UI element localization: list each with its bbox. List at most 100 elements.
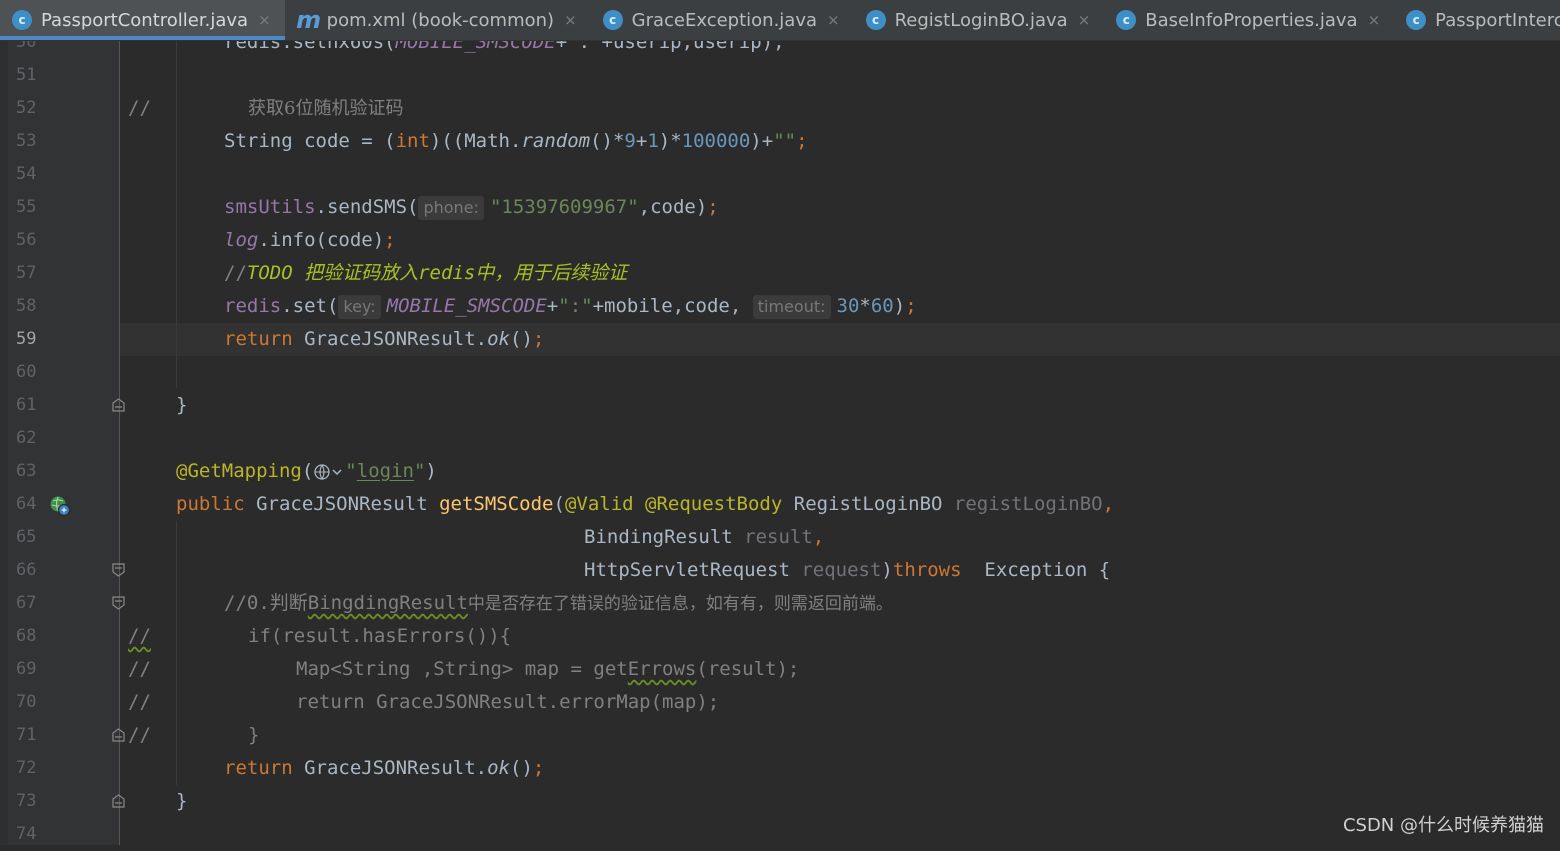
line-number: 70 (16, 692, 37, 712)
line-code[interactable]: String code = (int)((Math.random()*9+1)*… (224, 125, 808, 158)
code-line: 52 // 获取6位随机验证码 (0, 92, 1560, 125)
code-line-current: 59 return GraceJSONResult.ok(); (0, 323, 1560, 356)
code-token: 60 (870, 295, 894, 317)
line-code[interactable]: public GraceJSONResult getSMSCode(@Valid… (176, 488, 1114, 521)
line-number: 69 (16, 659, 37, 679)
code-token: GraceJSONResult. (304, 757, 488, 779)
code-line: 70 // return GraceJSONResult.errorMap(ma… (0, 686, 1560, 719)
code-token: +mobile,code, (592, 295, 742, 317)
code-token: result (744, 526, 813, 548)
code-token: "15397609967" (489, 196, 639, 218)
code-line: 64 public GraceJSONResult getSMSCode(@Va… (0, 488, 1560, 521)
tab-label: GraceException.java (631, 9, 818, 31)
line-code[interactable]: } (176, 389, 187, 422)
code-line: 55 smsUtils.sendSMS(phone: "15397609967",… (0, 191, 1560, 224)
code-line: 62 (0, 422, 1560, 455)
line-code[interactable]: //TODO 把验证码放入redis中，用于后续验证 (224, 257, 627, 290)
line-number: 73 (16, 791, 37, 811)
close-icon[interactable]: × (564, 11, 577, 29)
code-line: 57 //TODO 把验证码放入redis中，用于后续验证 (0, 257, 1560, 290)
line-code[interactable]: log.info(code); (224, 224, 396, 257)
code-line: 73 } (0, 785, 1560, 818)
line-number: 68 (16, 626, 37, 646)
code-token: (result); (696, 658, 800, 680)
code-token: .sendSMS( (315, 196, 419, 218)
line-code[interactable]: //0.判断BingdingResult中是否存在了错误的验证信息，如有有，则需… (224, 587, 893, 620)
tab-pom-xml[interactable]: m pom.xml (book-common) × (285, 0, 591, 40)
line-code[interactable]: return GraceJSONResult.ok(); (224, 323, 544, 356)
tab-base-info-properties[interactable]: c BaseInfoProperties.java × (1104, 0, 1394, 40)
line-number: 61 (16, 395, 37, 415)
tab-passport-interceptor[interactable]: c PassportInterceptor.j (1394, 0, 1560, 40)
line-code[interactable]: return GraceJSONResult.errorMap(map); (296, 686, 719, 719)
code-token: * (859, 295, 871, 317)
maven-icon: m (296, 6, 322, 34)
globe-dropdown-icon[interactable] (313, 462, 345, 482)
close-icon[interactable]: × (1368, 11, 1381, 29)
code-token: " (413, 460, 426, 482)
close-icon[interactable]: × (827, 11, 840, 29)
code-line: 60 (0, 356, 1560, 389)
code-line: 56 log.info(code); (0, 224, 1560, 257)
parameter-hint: phone: (418, 196, 484, 220)
code-token: throws (892, 559, 973, 581)
code-line: 53 String code = (int)((Math.random()*9+… (0, 125, 1560, 158)
code-token: log (224, 229, 259, 251)
line-code[interactable]: 获取6位随机验证码 (248, 92, 403, 125)
code-token: )+ (750, 130, 774, 152)
code-token: int (395, 130, 430, 152)
line-code[interactable]: @GetMapping("login") (176, 455, 437, 488)
tab-grace-exception[interactable]: c GraceException.java × (591, 0, 854, 40)
line-code[interactable]: if(result.hasErrors()){ (248, 620, 511, 653)
line-number: 66 (16, 560, 37, 580)
tab-regist-login-bo[interactable]: c RegistLoginBO.java × (854, 0, 1105, 40)
code-token: ) (425, 460, 437, 482)
code-token: () (510, 328, 533, 350)
line-code[interactable]: smsUtils.sendSMS(phone: "15397609967",cod… (224, 191, 719, 224)
code-token: ; (905, 295, 917, 317)
code-token: // (224, 262, 247, 284)
code-token: random (521, 130, 591, 152)
line-code[interactable]: } (248, 719, 259, 752)
java-class-icon: c (865, 10, 886, 30)
code-line: 61 } (0, 389, 1560, 422)
code-token: Exception { (972, 559, 1111, 581)
code-token: ; (532, 328, 545, 350)
java-class-icon: c (602, 10, 623, 30)
code-token: GraceJSONResult (256, 493, 440, 515)
code-line: 68 // if(result.hasErrors()){ (0, 620, 1560, 653)
close-icon[interactable]: × (258, 11, 271, 29)
line-number: 53 (16, 131, 37, 151)
code-line: 63 @GetMapping("login") (0, 455, 1560, 488)
code-token: ,code) (638, 196, 708, 218)
line-code[interactable]: redis.set(key: MOBILE_SMSCODE+":"+mobile,… (224, 290, 917, 323)
code-token: Errows (627, 658, 697, 680)
line-code[interactable]: Map<String ,String> map = getErrows(resu… (296, 653, 799, 686)
code-token: ok (487, 757, 510, 779)
code-token: + (635, 130, 648, 152)
code-token: " (345, 460, 357, 482)
code-token: 100000 (681, 130, 751, 152)
code-token: ) (881, 559, 893, 581)
line-number: 57 (16, 263, 37, 283)
code-token: getSMSCode (439, 493, 554, 515)
line-number: 74 (16, 824, 37, 844)
code-line: 58 redis.set(key: MOBILE_SMSCODE+":"+mobi… (0, 290, 1560, 323)
line-number: 56 (16, 230, 37, 250)
parameter-hint: key: (338, 295, 381, 319)
code-token: ok (487, 328, 510, 350)
code-token: ; (707, 196, 719, 218)
code-token: .info(code) (258, 229, 385, 251)
tab-passport-controller[interactable]: c PassportController.java × (0, 0, 285, 40)
line-code[interactable]: } (176, 785, 187, 818)
code-token: MOBILE_SMSCODE (386, 295, 547, 317)
close-icon[interactable]: × (1078, 11, 1091, 29)
java-class-icon: c (12, 10, 32, 30)
code-token: public (176, 493, 257, 515)
line-code[interactable]: BindingResult result, (584, 521, 824, 554)
code-token: 9 (624, 130, 636, 152)
line-code[interactable]: HttpServletRequest request)throws Except… (584, 554, 1110, 587)
line-code[interactable]: return GraceJSONResult.ok(); (224, 752, 544, 785)
code-token: 1 (647, 130, 659, 152)
code-token: BindingResult (584, 526, 745, 548)
